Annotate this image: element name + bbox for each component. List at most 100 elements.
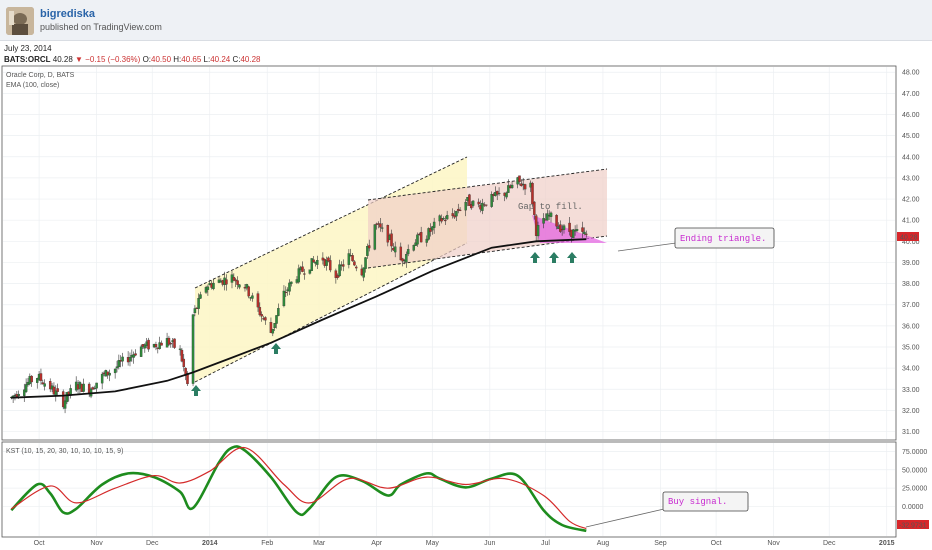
candle-body[interactable] (236, 280, 239, 285)
candle-body[interactable] (523, 184, 527, 190)
candle-body[interactable] (147, 339, 150, 350)
candle-body[interactable] (575, 229, 579, 231)
candle-body[interactable] (380, 227, 384, 229)
candle-body[interactable] (342, 264, 345, 267)
candle-body[interactable] (412, 245, 416, 251)
candle-body[interactable] (379, 223, 382, 228)
candle-body[interactable] (160, 342, 163, 346)
candle-body[interactable] (154, 344, 158, 348)
candle-body[interactable] (290, 281, 293, 284)
candle-body[interactable] (497, 192, 501, 195)
candle-body[interactable] (316, 260, 319, 265)
candle-body[interactable] (301, 266, 304, 272)
candle-body[interactable] (393, 246, 397, 253)
candle-body[interactable] (206, 286, 210, 290)
candle-body[interactable] (43, 383, 46, 387)
candle-body[interactable] (351, 255, 354, 262)
candle-body[interactable] (562, 225, 566, 230)
candle-body[interactable] (458, 209, 462, 211)
candle-body[interactable] (536, 225, 540, 237)
candle-body[interactable] (273, 323, 276, 329)
candle-body[interactable] (199, 294, 202, 299)
candle-body[interactable] (264, 317, 267, 321)
candle-body[interactable] (444, 219, 447, 222)
candle-body[interactable] (329, 260, 332, 271)
candle-body[interactable] (121, 356, 124, 362)
candle-body[interactable] (531, 183, 534, 205)
candle-body[interactable] (581, 227, 584, 232)
time-axis[interactable]: Oct Nov Dec 2014 Feb Mar Apr May Jun Jul Aug Sep Oct… (34, 540, 895, 547)
candle-body[interactable] (271, 328, 275, 334)
candle-body[interactable] (251, 295, 254, 299)
candle-body[interactable] (362, 267, 365, 278)
candle-body[interactable] (559, 224, 562, 232)
candle-body[interactable] (275, 315, 278, 324)
candle-body[interactable] (505, 192, 508, 198)
candle-body[interactable] (419, 232, 423, 243)
candle-body[interactable] (238, 284, 241, 288)
candle-body[interactable] (546, 213, 549, 221)
candle-body[interactable] (471, 200, 475, 206)
candle-body[interactable] (364, 257, 367, 269)
candle-body[interactable] (256, 293, 260, 308)
candle-body[interactable] (178, 348, 182, 350)
candle-body[interactable] (355, 266, 358, 269)
candle-body[interactable] (17, 393, 20, 397)
candle-body[interactable] (39, 373, 43, 381)
candle-body[interactable] (212, 282, 215, 290)
candle-body[interactable] (442, 218, 445, 220)
candle-body[interactable] (282, 290, 286, 307)
candle-body[interactable] (169, 343, 173, 345)
candle-body[interactable] (432, 221, 436, 228)
candle-body[interactable] (95, 382, 98, 389)
candle-body[interactable] (182, 358, 186, 368)
candle-body[interactable] (82, 383, 85, 392)
candle-body[interactable] (416, 234, 419, 245)
candle-body[interactable] (288, 282, 291, 292)
candle-body[interactable] (406, 249, 410, 255)
candle-body[interactable] (108, 372, 111, 376)
candle-body[interactable] (128, 357, 132, 362)
candle-body[interactable] (455, 211, 458, 217)
candle-body[interactable] (490, 194, 493, 207)
candle-body[interactable] (277, 308, 280, 316)
candle-body[interactable] (367, 245, 371, 249)
candle-body[interactable] (30, 375, 33, 383)
candle-body[interactable] (247, 286, 250, 297)
candle-body[interactable] (399, 246, 403, 261)
kst-axis[interactable]: 75.0000 50.0000 25.0000 0.0000 (902, 449, 927, 511)
candle-body[interactable] (549, 212, 553, 217)
candle-body[interactable] (284, 291, 288, 294)
candle-body[interactable] (312, 259, 315, 263)
candle-body[interactable] (260, 314, 263, 317)
gap-to-fill-annotation[interactable]: Gap to fill. (518, 202, 583, 212)
candle-body[interactable] (338, 264, 341, 277)
candle-body[interactable] (139, 346, 143, 357)
candle-body[interactable] (555, 214, 558, 227)
candle-body[interactable] (405, 254, 408, 263)
candle-body[interactable] (193, 308, 197, 314)
candle-body[interactable] (477, 201, 480, 205)
candle-body[interactable] (390, 233, 393, 247)
candle-body[interactable] (297, 268, 301, 283)
candle-body[interactable] (585, 233, 588, 235)
candle-body[interactable] (484, 204, 488, 206)
candle-body[interactable] (518, 175, 521, 182)
candle-body[interactable] (24, 384, 28, 392)
candle-body[interactable] (113, 368, 117, 374)
candle-body[interactable] (100, 373, 104, 384)
price-axis[interactable]: 31.00 32.00 33.00 34.00 35.00 36.00 37.00 38.00… (902, 70, 920, 436)
candle-body[interactable] (481, 202, 484, 211)
candle-body[interactable] (445, 215, 449, 220)
candle-body[interactable] (134, 353, 137, 356)
kst-pane[interactable] (1, 441, 897, 538)
candle-body[interactable] (303, 273, 306, 275)
price-chart[interactable]: Gap to fill. Ending triangle. Buy signal… (0, 0, 932, 550)
candle-body[interactable] (464, 201, 467, 211)
candle-body[interactable] (373, 224, 377, 250)
candle-body[interactable] (583, 231, 586, 235)
candle-body[interactable] (56, 388, 59, 392)
candle-body[interactable] (173, 338, 176, 348)
candle-body[interactable] (510, 184, 514, 189)
candle-body[interactable] (225, 279, 228, 285)
